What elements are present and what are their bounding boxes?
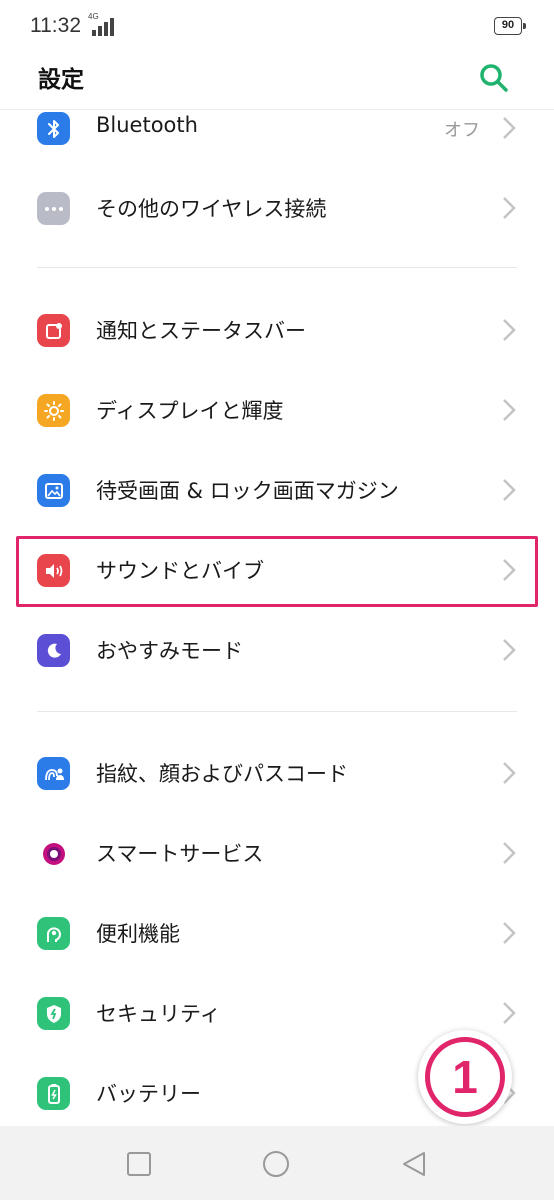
settings-item-label: セキュリティ <box>96 1002 221 1026</box>
settings-item-other-wireless[interactable]: その他のワイヤレス接続 <box>0 168 554 248</box>
settings-item-label: その他のワイヤレス接続 <box>96 197 327 221</box>
settings-item-label: 待受画面 & ロック画面マガジン <box>96 479 399 503</box>
notification-icon <box>37 314 70 347</box>
chevron-right-icon <box>503 639 516 661</box>
chevron-right-icon <box>503 319 516 341</box>
bluetooth-icon <box>37 112 70 145</box>
more-icon <box>37 192 70 225</box>
status-bar: 11:32 4G 90 <box>0 0 554 52</box>
fingerprint-user-icon <box>37 757 70 790</box>
brightness-icon <box>37 394 70 427</box>
step-number: 1 <box>425 1037 505 1117</box>
bluetooth-status: オフ <box>444 120 480 141</box>
settings-item-bluetooth[interactable]: Bluetooth オフ <box>0 88 554 168</box>
settings-item-label: バッテリー <box>96 1082 201 1106</box>
settings-item-label: おやすみモード <box>96 639 243 663</box>
settings-item-notifications[interactable]: 通知とステータスバー <box>0 290 554 370</box>
chevron-right-icon <box>503 1002 516 1024</box>
settings-item-label: 指紋、顔およびパスコード <box>96 762 348 786</box>
status-time: 11:32 <box>30 14 81 37</box>
battery-icon <box>37 1077 70 1110</box>
navigation-bar <box>0 1126 554 1200</box>
battery-indicator: 90 <box>494 17 526 35</box>
shield-icon <box>37 997 70 1030</box>
settings-item-label: スマートサービス <box>96 842 264 866</box>
settings-item-label: ディスプレイと輝度 <box>96 399 284 423</box>
chevron-right-icon <box>503 197 516 219</box>
settings-item-do-not-disturb[interactable]: おやすみモード <box>0 610 554 690</box>
chevron-right-icon <box>503 117 516 139</box>
smart-service-icon <box>37 837 70 870</box>
chevron-right-icon <box>503 399 516 421</box>
chevron-right-icon <box>503 842 516 864</box>
settings-item-label: 便利機能 <box>96 922 180 946</box>
recent-apps-button[interactable] <box>125 1150 153 1178</box>
network-type: 4G <box>88 12 99 21</box>
chevron-right-icon <box>503 479 516 501</box>
highlight-frame <box>16 536 538 607</box>
step-badge: 1 <box>418 1030 512 1124</box>
settings-item-wallpaper[interactable]: 待受画面 & ロック画面マガジン <box>0 450 554 530</box>
back-button[interactable] <box>400 1150 428 1178</box>
chevron-right-icon <box>503 922 516 944</box>
settings-item-label: 通知とステータスバー <box>96 319 306 343</box>
moon-icon <box>37 634 70 667</box>
settings-item-label: Bluetooth <box>96 113 198 137</box>
settings-item-biometrics[interactable]: 指紋、顔およびパスコード <box>0 733 554 813</box>
settings-item-display[interactable]: ディスプレイと輝度 <box>0 370 554 450</box>
settings-item-convenience[interactable]: 便利機能 <box>0 893 554 973</box>
signal-icon: 4G <box>88 12 114 36</box>
settings-item-smart-services[interactable]: スマートサービス <box>0 813 554 893</box>
home-button[interactable] <box>262 1150 290 1178</box>
section-divider <box>37 711 517 712</box>
convenience-icon <box>37 917 70 950</box>
wallpaper-icon <box>37 474 70 507</box>
chevron-right-icon <box>503 762 516 784</box>
section-divider <box>37 267 517 268</box>
